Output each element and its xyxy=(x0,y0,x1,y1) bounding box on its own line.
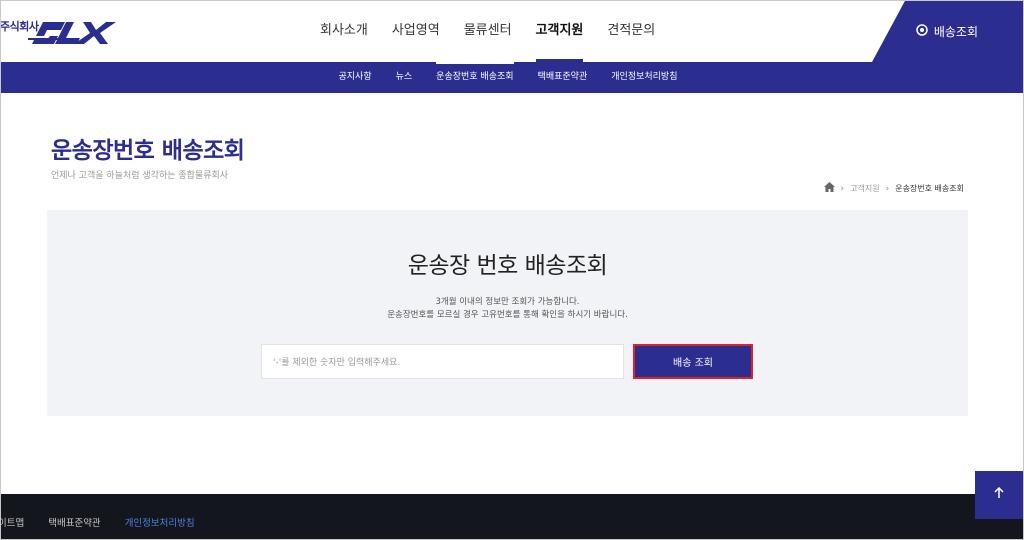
chevron-right-icon: › xyxy=(885,183,890,194)
tracking-search-button[interactable]: 배송 조회 xyxy=(633,344,753,379)
tracking-header-button[interactable]: 배송조회 xyxy=(872,0,1024,62)
footer: 이트맵 택배표준약관 개인정보처리방침 xyxy=(0,494,1024,540)
tracking-number-input[interactable]: '-'를 제외한 숫자만 입력해주세요. xyxy=(261,344,624,379)
subnav-item-tracking[interactable]: 운송장번호 배송조회 xyxy=(436,62,514,93)
nav-item-business[interactable]: 사업영역 xyxy=(392,0,440,62)
nav-item-logistics-center[interactable]: 물류센터 xyxy=(464,0,512,62)
tracking-panel-title: 운송장 번호 배송조회 xyxy=(407,253,608,279)
footer-link-sitemap[interactable]: 이트맵 xyxy=(0,515,24,529)
subnav-item-notice[interactable]: 공지사항 xyxy=(338,62,371,93)
breadcrumb-level1[interactable]: 고객지원 xyxy=(850,183,879,194)
nav-item-customer-support[interactable]: 고객지원 xyxy=(535,0,583,62)
footer-link-terms[interactable]: 택배표준약관 xyxy=(48,515,100,529)
tracking-input-placeholder: '-'를 제외한 숫자만 입력해주세요. xyxy=(273,358,401,368)
subnav-item-privacy[interactable]: 개인정보처리방침 xyxy=(611,62,677,93)
logo[interactable]: 주식회사 xyxy=(0,14,125,50)
nav-item-company[interactable]: 회사소개 xyxy=(320,0,368,62)
chevron-right-icon: › xyxy=(840,183,845,194)
tracking-header-label: 배송조회 xyxy=(933,24,978,39)
header: 주식회사 회사소개 사업영역 물류센터 고객지원 견적문의 배송조회 xyxy=(0,0,1024,62)
tracking-desc-line2: 운송장번호를 모르실 경우 고유번호를 통해 확인을 하시기 바랍니다. xyxy=(387,310,628,320)
home-icon[interactable] xyxy=(823,182,835,195)
sub-nav: 공지사항 뉴스 운송장번호 배송조회 택배표준약관 개인정보처리방침 xyxy=(0,62,1024,93)
footer-links: 이트맵 택배표준약관 개인정보처리방침 xyxy=(0,515,219,529)
breadcrumb: › 고객지원 › 운송장번호 배송조회 xyxy=(823,182,964,195)
arrow-up-icon xyxy=(993,486,1005,503)
settings-circle-icon xyxy=(916,23,928,39)
subnav-item-terms[interactable]: 택배표준약관 xyxy=(538,62,588,93)
tracking-panel: 운송장 번호 배송조회 3개월 이내의 정보만 조회가 가능합니다. 운송장번호… xyxy=(47,210,968,416)
logo-mark xyxy=(28,22,116,44)
main-nav: 회사소개 사업영역 물류센터 고객지원 견적문의 xyxy=(320,0,679,62)
page-subtitle: 언제나 고객을 하늘처럼 생각하는 종합물류회사 xyxy=(51,171,229,181)
scroll-top-button[interactable] xyxy=(975,471,1023,519)
breadcrumb-current: 운송장번호 배송조회 xyxy=(895,184,964,193)
tracking-desc-line1: 3개월 이내의 정보만 조회가 가능합니다. xyxy=(435,297,580,307)
subnav-item-news[interactable]: 뉴스 xyxy=(396,62,413,93)
nav-item-quote[interactable]: 견적문의 xyxy=(607,0,655,62)
footer-link-privacy[interactable]: 개인정보처리방침 xyxy=(125,515,195,529)
page-title: 운송장번호 배송조회 xyxy=(51,138,245,164)
